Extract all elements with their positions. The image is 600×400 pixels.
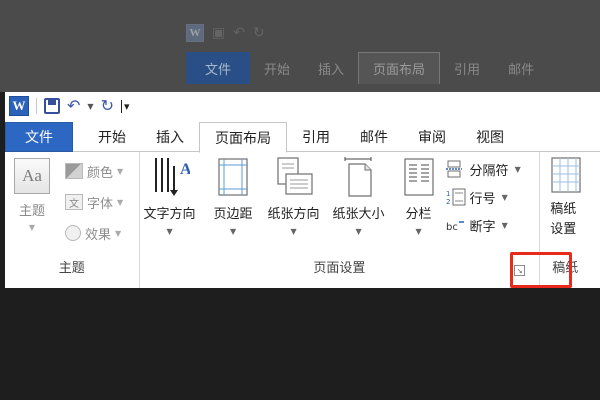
columns-icon (403, 158, 434, 196)
colors-icon (65, 163, 83, 179)
background-tab-insert: 插入 (318, 62, 345, 78)
chevron-down-icon: ▼ (290, 227, 297, 236)
theme-options: 颜色 ▼ 文 字体 ▼ 效果 ▼ (65, 160, 123, 244)
svg-text:1: 1 (446, 190, 450, 198)
background-tab-references: 引用 (454, 62, 481, 78)
customize-qat-icon[interactable]: ▾ (120, 99, 130, 113)
fonts-icon: 文 (65, 194, 83, 210)
hyphenation-button[interactable]: bc 断字 ▼ (446, 214, 521, 236)
theme-icon: Aa (14, 158, 50, 194)
redo-icon[interactable]: ↻ (101, 98, 114, 114)
tab-home[interactable]: 开始 (83, 122, 141, 152)
theme-button-label: 主题 (18, 204, 45, 219)
hyphenation-label: 断字 (469, 219, 496, 235)
text-direction-icon: A (154, 158, 190, 196)
theme-group: Aa 主题 ▼ 颜色 ▼ 文 字体 ▼ 效果 ▼ 主题 (5, 152, 140, 288)
background-tab-page-layout: 页面布局 (358, 52, 441, 84)
margins-button[interactable]: 页边距 ▼ (214, 156, 253, 236)
margins-icon (218, 158, 248, 196)
orientation-icon (276, 157, 313, 195)
svg-text:bc: bc (446, 222, 458, 233)
background-ribbon-shadow: W ▣ ↶ ↻ 文件 开始 插入 页面布局 引用 邮件 (0, 0, 600, 92)
svg-text:2: 2 (446, 198, 450, 206)
margins-label: 页边距 (213, 207, 253, 222)
background-tab-file: 文件 (186, 52, 250, 84)
orientation-button[interactable]: 纸张方向 ▼ (268, 156, 320, 236)
ribbon-tab-bar: 文件 开始 插入 页面布局 引用 邮件 审阅 视图 (5, 122, 600, 153)
theme-fonts-label: 字体 (87, 196, 114, 212)
background-tab-bar: 文件 开始 插入 页面布局 引用 邮件 (186, 52, 548, 84)
chevron-down-icon: ▼ (117, 197, 124, 207)
page-setup-small-buttons: 分隔符 ▼ 1 2 行号 ▼ bc 断字 ▼ (445, 158, 521, 236)
tab-file[interactable]: 文件 (5, 122, 73, 152)
breaks-button[interactable]: 分隔符 ▼ (445, 158, 521, 180)
chevron-down-icon: ▼ (166, 227, 173, 236)
breaks-label: 分隔符 (469, 163, 509, 179)
tab-page-layout[interactable]: 页面布局 (199, 122, 287, 153)
chevron-down-icon: ▼ (415, 227, 422, 236)
effects-icon (65, 225, 81, 241)
chevron-down-icon: ▼ (501, 192, 508, 202)
theme-colors-label: 颜色 (87, 165, 114, 181)
background-undo-icon: ↶ (233, 25, 245, 41)
text-direction-button[interactable]: A 文字方向 ▼ (144, 156, 196, 236)
background-quick-access-toolbar: W ▣ ↶ ↻ (186, 22, 265, 44)
line-numbers-label: 行号 (469, 191, 496, 207)
background-save-icon: ▣ (212, 25, 226, 41)
theme-effects-label: 效果 (85, 227, 112, 243)
chevron-down-icon: ▼ (229, 227, 237, 236)
page-setup-group: A 文字方向 ▼ 页边距 ▼ 纸张方向 ▼ 纸张大小 ▼ 分栏 ▼ 分隔符 ▼ … (140, 152, 541, 288)
page-setup-group-label: 页面设置 (313, 261, 366, 276)
manuscript-settings-label-line1: 稿纸 (550, 202, 577, 217)
background-tab-mailings: 邮件 (508, 62, 535, 78)
chevron-down-icon: ▼ (514, 164, 521, 174)
save-icon[interactable] (44, 98, 60, 114)
word-logo-icon[interactable]: W (9, 96, 29, 116)
hyphenation-icon: bc (446, 221, 464, 233)
red-highlight-box (510, 252, 572, 288)
columns-button[interactable]: 分栏 ▼ (402, 156, 436, 236)
background-tab-home: 开始 (264, 62, 291, 78)
background-word-logo-icon: W (186, 24, 204, 42)
background-redo-icon: ↻ (252, 25, 265, 41)
manuscript-settings-label-line2: 设置 (550, 222, 577, 237)
breaks-icon (445, 160, 462, 178)
theme-fonts-button[interactable]: 文 字体 ▼ (65, 191, 123, 213)
paper-size-label: 纸张大小 (332, 207, 385, 222)
theme-group-label: 主题 (58, 261, 85, 276)
manuscript-settings-button[interactable]: 稿纸 设置 (550, 156, 582, 240)
chevron-down-icon: ▼ (501, 220, 508, 230)
svg-text:A: A (180, 161, 190, 178)
theme-effects-button[interactable]: 效果 ▼ (65, 222, 123, 244)
chevron-down-icon: ▼ (355, 227, 362, 236)
tab-review[interactable]: 审阅 (403, 122, 461, 152)
paper-size-icon (344, 157, 372, 197)
paper-size-button[interactable]: 纸张大小 ▼ (333, 156, 385, 236)
text-direction-label: 文字方向 (143, 207, 196, 222)
tab-insert[interactable]: 插入 (141, 122, 199, 152)
chevron-down-icon: ▼ (117, 166, 124, 176)
orientation-label: 纸张方向 (267, 207, 320, 222)
quick-access-toolbar: W ↶ ▼ ↻ ▾ (5, 92, 130, 120)
tab-mailings[interactable]: 邮件 (345, 122, 403, 152)
manuscript-icon (551, 157, 581, 193)
undo-dropdown-icon[interactable]: ▼ (87, 102, 93, 111)
chevron-down-icon: ▼ (28, 223, 36, 232)
theme-colors-button[interactable]: 颜色 ▼ (65, 160, 123, 182)
columns-label: 分栏 (405, 207, 432, 222)
bottom-dark-area (0, 288, 600, 400)
qat-separator (36, 98, 37, 114)
line-numbers-icon: 1 2 (446, 188, 466, 206)
line-numbers-button[interactable]: 1 2 行号 ▼ (446, 186, 521, 208)
tab-references[interactable]: 引用 (287, 122, 345, 152)
theme-button[interactable]: Aa 主题 ▼ (9, 158, 55, 232)
undo-icon[interactable]: ↶ (67, 98, 80, 114)
tab-view[interactable]: 视图 (461, 122, 519, 152)
chevron-down-icon: ▼ (115, 228, 122, 238)
